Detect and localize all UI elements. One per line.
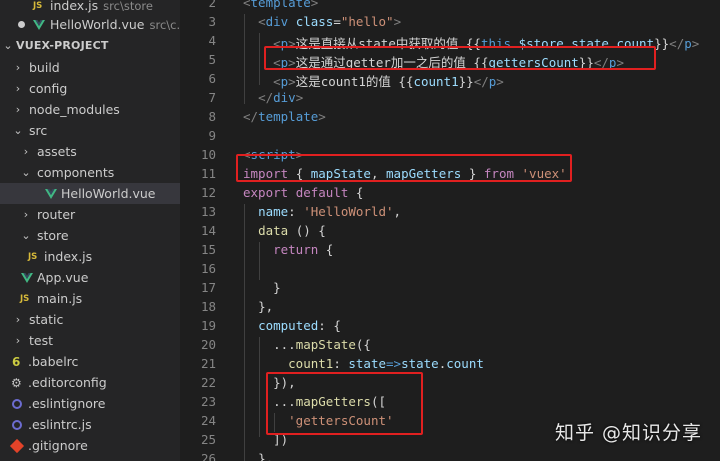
folder-router[interactable]: › router [0,204,180,225]
file-eslintrc-js[interactable]: .eslintrc.js [0,414,180,435]
file-label: HelloWorld.vue [50,17,145,32]
line-number: 16 [200,261,216,276]
folder-config[interactable]: › config [0,78,180,99]
file-app-vue[interactable]: App.vue [0,267,180,288]
line-number: 3 [208,14,216,29]
line-number: 23 [200,394,216,409]
folder-static[interactable]: › static [0,309,180,330]
code-line: import { mapState, mapGetters } from 'vu… [243,166,567,181]
code-line: count1: state=>state.count [288,356,484,371]
git-icon [9,438,25,453]
line-number: 6 [208,71,216,86]
line-number: 2 [208,0,216,10]
chevron-down-icon: ⌄ [21,166,31,179]
file-babelrc[interactable]: 6 .babelrc [0,351,180,372]
line-number: 11 [200,166,216,181]
file-editorconfig[interactable]: ⚙ .editorconfig [0,372,180,393]
code-line: return { [273,242,334,257]
eslint-icon [12,419,22,430]
vue-file-icon [33,19,45,31]
chevron-right-icon: › [15,334,21,347]
file-path: src\c... [149,18,181,32]
folder-test[interactable]: › test [0,330,180,351]
line-number: 5 [208,52,216,67]
vue-file-icon [45,188,57,200]
chevron-right-icon: › [15,313,21,326]
code-line: </div> [258,90,304,105]
file-helloworld-vue[interactable]: HelloWorld.vue [0,183,180,204]
line-number: 7 [208,90,216,105]
js-file-icon: JS [20,293,30,304]
line-number: 25 [200,432,216,447]
js-file-icon: JS [33,0,43,11]
line-number: 19 [200,318,216,333]
line-number: 14 [200,223,216,238]
code-line: export default { [243,185,364,200]
line-number: 9 [208,128,216,143]
file-main-js[interactable]: JS main.js [0,288,180,309]
chevron-right-icon: › [15,61,21,74]
code-editor[interactable]: 2 3 4 5 6 7 8 9 10 11 12 13 14 15 16 17 … [180,0,720,461]
watermark: 知乎 @知识分享 [554,422,702,444]
code-line: }, [258,451,274,461]
code-line: <p>这是count1的值 {{count1}}</p> [273,74,504,89]
code-line: ...mapState({ [273,337,371,352]
vue-file-icon [21,272,33,284]
chevron-down-icon: ⌄ [13,124,23,137]
folder-assets[interactable]: › assets [0,141,180,162]
code-line: <p>这是通过getter加一之后的值 {{gettersCount}}</p> [273,55,624,70]
file-label: index.js [50,0,99,13]
code-line: computed: { [258,318,341,333]
code-line: ]) [273,432,289,447]
code-line: <p>这是直接从state中获取的值 {{this.$store.state.c… [273,36,700,51]
file-store-index-js[interactable]: JS index.js [0,246,180,267]
eslint-icon [12,398,22,409]
explorer-sidebar: JS index.js src\store HelloWorld.vue src\c… [0,0,180,461]
line-number: 20 [200,337,216,352]
line-number: 24 [200,413,216,428]
line-number: 15 [200,242,216,257]
line-number: 21 [200,356,216,371]
folder-build[interactable]: › build [0,57,180,78]
open-editor-item-helloworld-vue[interactable]: HelloWorld.vue src\c... [0,14,180,35]
line-number: 4 [208,33,216,48]
file-eslintignore[interactable]: .eslintignore [0,393,180,414]
line-number: 12 [200,185,216,200]
folder-store[interactable]: ⌄ store [0,225,180,246]
line-number: 8 [208,109,216,124]
code-line: data () { [258,223,326,238]
js-file-icon: JS [28,251,38,262]
code-line: } [273,280,281,295]
project-section-header[interactable]: ⌄ VUEX-PROJECT [0,35,180,56]
file-path: src\store [103,0,153,13]
code-line: <template> [243,0,319,10]
code-line: ...mapGetters([ [273,394,387,409]
babel-icon: 6 [12,354,21,369]
folder-node-modules[interactable]: › node_modules [0,99,180,120]
line-number: 26 [200,451,216,461]
chevron-right-icon: › [15,82,21,95]
code-line: 'gettersCount' [288,413,394,428]
chevron-down-icon: ⌄ [21,229,31,242]
chevron-right-icon: › [23,208,29,221]
gear-icon: ⚙ [11,375,22,390]
code-line: name: 'HelloWorld', [258,204,402,219]
line-number: 18 [200,299,216,314]
folder-src[interactable]: ⌄ src [0,120,180,141]
chevron-right-icon: › [15,103,21,116]
file-gitignore[interactable]: .gitignore [0,435,180,456]
line-number: 17 [200,280,216,295]
line-number: 13 [200,204,216,219]
code-line: }), [273,375,296,390]
code-line: }, [258,299,274,314]
folder-components[interactable]: ⌄ components [0,162,180,183]
unsaved-dot-icon [18,21,25,28]
line-number: 10 [200,147,216,162]
chevron-down-icon: ⌄ [3,39,13,52]
line-number: 22 [200,375,216,390]
code-line: </template> [243,109,326,124]
chevron-right-icon: › [23,145,29,158]
code-line: <script> [243,147,304,162]
code-line: <div class="hello"> [258,14,402,29]
